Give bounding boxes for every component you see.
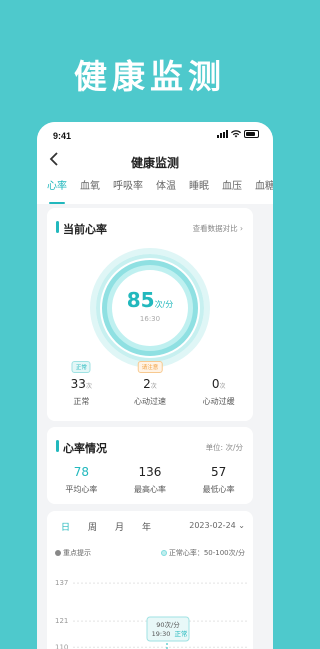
- stat-normal: 正常 33次 正常: [51, 361, 111, 407]
- compare-data-link[interactable]: 查看数据对比 ›: [193, 223, 243, 234]
- status-badge-normal: 正常: [71, 361, 91, 373]
- normal-range-label: 正常心率：50-100次/分: [168, 549, 245, 557]
- avg-hr-label: 平均心率: [65, 485, 98, 494]
- tooltip-value: 90次/分: [156, 620, 180, 629]
- stat-tachy-label: 心动过速: [133, 397, 166, 406]
- stat-tachycardia: 请注意 2次 心动过速: [120, 361, 180, 407]
- max-hr: 136 最高心率: [120, 465, 180, 495]
- page-title: 健康监测: [130, 156, 179, 170]
- max-hr-label: 最高心率: [133, 485, 166, 494]
- metric-tabs: 心率 血氧 呼吸率 体温 睡眠 血压 血糖: [37, 176, 273, 204]
- max-hr-value: 136: [138, 465, 162, 479]
- hr-summary-title: 心率情况: [63, 442, 107, 455]
- stat-normal-value: 33: [70, 377, 86, 391]
- tab-respiration[interactable]: 呼吸率: [113, 176, 143, 204]
- current-hr-value: 85: [126, 288, 155, 312]
- normal-range-item: 正常心率：50-100次/分: [160, 548, 245, 558]
- card-accent: [56, 440, 59, 452]
- tab-blood-pressure[interactable]: 血压: [222, 176, 242, 204]
- stat-normal-unit: 次: [85, 383, 92, 390]
- tab-blood-sugar[interactable]: 血糖: [255, 176, 273, 204]
- tab-day[interactable]: 日: [61, 520, 70, 533]
- current-hr-card: 当前心率 查看数据对比 › 85次/分 16:30 正常 33次 正常 请注意 …: [47, 208, 253, 421]
- signal-icon: [217, 130, 228, 138]
- battery-icon: [244, 130, 259, 138]
- stat-normal-label: 正常: [73, 397, 90, 406]
- tab-temperature[interactable]: 体温: [156, 176, 176, 204]
- stat-brady-unit: 次: [219, 383, 226, 390]
- status-badge-warning: 请注意: [137, 361, 163, 373]
- avg-hr: 78 平均心率: [51, 465, 111, 495]
- date-selector[interactable]: 2023-02-24 ⌄: [189, 521, 245, 530]
- stat-tachy-unit: 次: [150, 383, 157, 390]
- compare-link-label: 查看数据对比: [192, 224, 238, 233]
- hr-gauge: 85次/分 16:30: [90, 248, 210, 368]
- hr-trend-chart: 137 121 110 90次/分 19:30 正常: [55, 579, 247, 649]
- avg-hr-value: 78: [73, 465, 89, 479]
- tab-heart-rate[interactable]: 心率: [47, 176, 67, 204]
- hint-label: 重点提示: [63, 549, 91, 557]
- stat-brady-label: 心动过缓: [202, 397, 235, 406]
- hr-summary-values: 78 平均心率 136 最高心率 57 最低心率: [47, 465, 253, 495]
- status-icons: [217, 130, 259, 138]
- stat-bradycardia: 0次 心动过缓: [189, 373, 249, 407]
- hr-summary-card: 心率情况 单位: 次/分 78 平均心率 136 最高心率 57 最低心率: [47, 427, 253, 504]
- current-hr-title: 当前心率: [63, 223, 107, 236]
- min-hr-value: 57: [211, 465, 227, 479]
- tooltip-time: 19:30: [152, 630, 171, 638]
- card-accent: [56, 221, 59, 233]
- legend-swatch: [160, 550, 167, 556]
- tab-month[interactable]: 月: [115, 520, 124, 533]
- info-icon: [55, 550, 61, 556]
- tab-week[interactable]: 周: [88, 520, 97, 533]
- status-time: 9:41: [53, 131, 72, 141]
- current-hr-time: 16:30: [139, 315, 161, 323]
- chevron-right-icon: ›: [240, 224, 243, 233]
- stat-tachy-value: 2: [143, 377, 151, 391]
- tab-year[interactable]: 年: [142, 520, 151, 533]
- min-hr-label: 最低心率: [202, 485, 235, 494]
- phone-screen: 9:41 健康监测 心率 血氧 呼吸率 体温 睡眠 血压 血糖 当前心率 查看数…: [37, 122, 273, 649]
- tab-blood-oxygen[interactable]: 血氧: [80, 176, 100, 204]
- current-hr-unit: 次/分: [154, 300, 174, 309]
- wifi-icon: [231, 130, 241, 138]
- chart-legend: 重点提示 正常心率：50-100次/分: [55, 548, 245, 558]
- y-tick-label: 121: [55, 617, 68, 625]
- tooltip-status: 正常: [175, 629, 188, 638]
- banner-title: 健康监测: [74, 57, 226, 96]
- hint-item: 重点提示: [55, 548, 91, 558]
- status-bar: 9:41: [37, 122, 273, 148]
- hr-summary-unit: 单位: 次/分: [205, 443, 243, 452]
- period-tabs: 日 周 月 年: [61, 520, 151, 533]
- tab-sleep[interactable]: 睡眠: [189, 176, 209, 204]
- y-tick-label: 137: [55, 579, 68, 587]
- min-hr: 57 最低心率: [189, 465, 249, 495]
- trend-card: 日 周 月 年 2023-02-24 ⌄ 重点提示 正常心率：50-100次/分…: [47, 511, 253, 649]
- date-value: 2023-02-24: [189, 521, 236, 530]
- nav-bar: 健康监测: [37, 148, 273, 176]
- hr-stats: 正常 33次 正常 请注意 2次 心动过速 0次 心动过缓: [47, 361, 253, 407]
- chevron-down-icon: ⌄: [238, 521, 245, 530]
- chart-tooltip: 90次/分 19:30 正常: [146, 616, 190, 642]
- y-tick-label: 110: [55, 643, 68, 649]
